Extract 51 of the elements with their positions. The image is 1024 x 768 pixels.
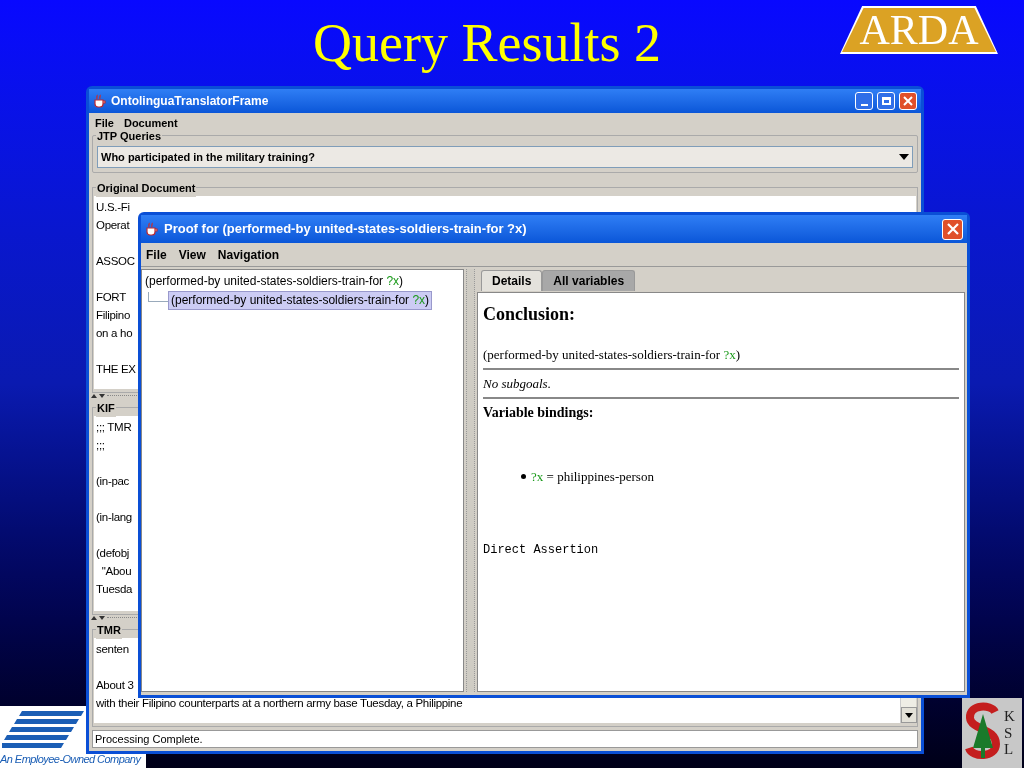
window-title: Proof for (performed-by united-states-soldiers-train-for ?x) [164, 220, 528, 239]
subgoals-text: No subgoals. [483, 369, 959, 399]
caret-icon [899, 154, 909, 160]
close-button[interactable] [942, 218, 963, 240]
split-arrows-icon[interactable] [91, 615, 105, 621]
scroll-down-button[interactable] [901, 707, 917, 723]
logo-wordmark: ARDA [842, 8, 996, 52]
tree-node[interactable]: (performed-by united-states-soldiers-train-for ?x) [142, 272, 407, 291]
binding-text: ?x = philippines-person [531, 468, 654, 486]
document-line: THE EX [96, 362, 136, 377]
logo-letters: KSL [1004, 708, 1016, 758]
document-line: Filipino [96, 308, 131, 323]
document-line: on a ho [96, 326, 133, 341]
menu-item[interactable]: File [146, 245, 167, 264]
coffee-cup-icon [93, 94, 107, 108]
query-dropdown[interactable]: Who participated in the military training? [97, 146, 913, 168]
document-line: "Abou [100, 564, 132, 579]
menu-item[interactable]: View [178, 245, 206, 264]
splitter-handle[interactable] [466, 269, 475, 692]
document-line: (defobj [96, 546, 130, 561]
document-line: U.S.-Fi [96, 200, 130, 215]
document-line: ;;; [96, 438, 105, 453]
menu-item[interactable]: Navigation [217, 245, 280, 264]
tab[interactable]: All variables [542, 270, 636, 291]
conclusion-text: (performed-by united-states-soldiers-train-for ?x) [483, 345, 959, 370]
document-line: ASSOC [96, 254, 135, 269]
close-icon[interactable] [946, 223, 959, 235]
section-heading: Variable bindings: [483, 404, 595, 422]
section-heading: Conclusion: [483, 303, 577, 326]
document-line: Tuesda [96, 582, 133, 597]
document-line: Operat [96, 218, 130, 233]
split-arrows-icon[interactable] [91, 393, 105, 399]
coffee-cup-icon [145, 222, 159, 236]
justification-text: Direct Assertion [483, 541, 600, 559]
minimize-button[interactable] [855, 92, 873, 110]
status-text: Processing Complete. [95, 731, 203, 747]
close-icon[interactable] [903, 96, 913, 106]
document-line: with their Filipino counterparts at a northern army base Tuesday, a Philippine [96, 696, 463, 711]
close-button[interactable] [899, 92, 917, 110]
document-line: FORT [96, 290, 126, 305]
document-line: (in-lang [96, 510, 132, 525]
tree-node[interactable]: (performed-by united-states-soldiers-train-for ?x) [168, 291, 433, 310]
tab[interactable]: Details [481, 270, 543, 291]
document-line: (in-pac [96, 474, 130, 489]
bullet-icon [521, 474, 526, 480]
document-line: About 3 [96, 678, 134, 693]
window-title: OntolinguaTranslatorFrame [111, 93, 270, 110]
document-line: senten [96, 642, 129, 657]
document-line: ;;; TMR [96, 420, 132, 435]
maximize-button[interactable] [877, 92, 895, 110]
logo-tagline: An Employee-Owned Company [0, 752, 143, 766]
